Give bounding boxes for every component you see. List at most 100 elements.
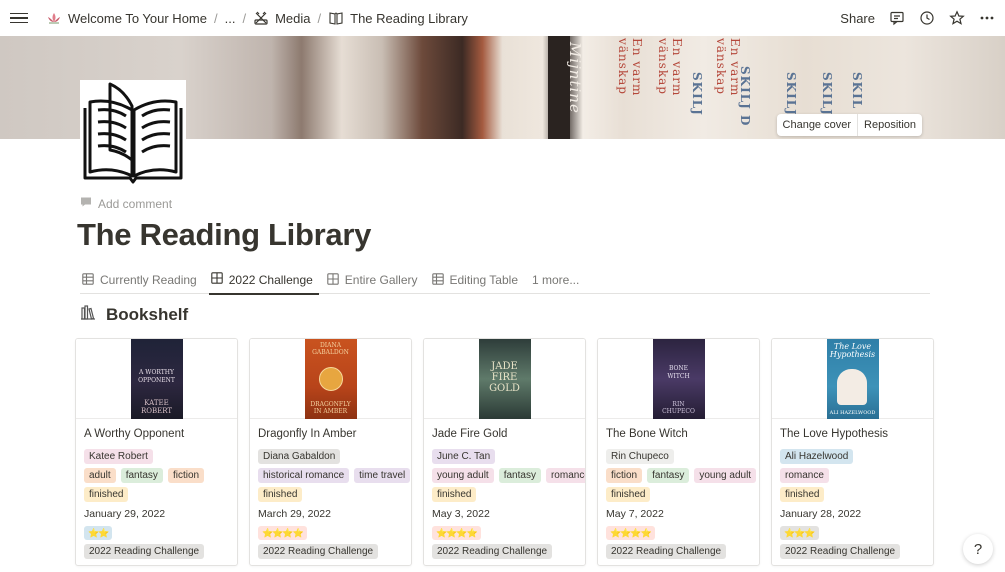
cover-spine-text: SKILJ bbox=[784, 72, 798, 116]
rating-tag: ⭐⭐⭐⭐ bbox=[258, 525, 307, 540]
cover-title: A WORTHY OPPONENT bbox=[135, 369, 179, 385]
breadcrumb-label: The Reading Library bbox=[350, 10, 468, 26]
status-tag: finished bbox=[606, 487, 651, 502]
tab-currently-reading[interactable]: Currently Reading bbox=[80, 266, 203, 294]
book-cover-image: DIANA GABALDON DRAGONFLY IN AMBER bbox=[250, 339, 411, 419]
star-icon[interactable] bbox=[949, 10, 965, 26]
cover-title: The Love Hypothesis bbox=[829, 343, 877, 359]
share-button[interactable]: Share bbox=[840, 11, 875, 26]
rating-tag: ⭐⭐⭐ bbox=[780, 525, 819, 540]
book-card[interactable]: JADE FIRE GOLD Jade Fire Gold June C. Ta… bbox=[423, 338, 586, 566]
genre-tag: romance bbox=[780, 468, 829, 483]
amber-emblem-icon bbox=[318, 367, 343, 391]
more-options-icon[interactable] bbox=[979, 10, 995, 26]
reposition-button[interactable]: Reposition bbox=[857, 114, 922, 136]
challenge-tag: 2022 Reading Challenge bbox=[432, 544, 553, 559]
table-icon bbox=[431, 272, 444, 288]
challenge-tag: 2022 Reading Challenge bbox=[258, 544, 379, 559]
tab-label: Entire Gallery bbox=[344, 273, 418, 287]
genre-tag: time travel bbox=[354, 468, 411, 483]
book-card[interactable]: A WORTHY OPPONENT KATEE ROBERT A Worthy … bbox=[75, 338, 238, 566]
change-cover-button[interactable]: Change cover bbox=[777, 114, 858, 136]
cover-spine-text: En varm vänskap bbox=[656, 38, 684, 97]
add-comment-button[interactable]: Add comment bbox=[80, 196, 172, 211]
gallery-icon bbox=[210, 272, 223, 287]
cover-text: KATEE bbox=[144, 399, 169, 407]
cover-text: JADE bbox=[491, 361, 518, 372]
author-tag: Ali Hazelwood bbox=[780, 449, 854, 464]
book-cover-image: JADE FIRE GOLD bbox=[424, 339, 585, 419]
genre-tag: fiction bbox=[167, 468, 205, 483]
cover-text: Hypothesis bbox=[829, 350, 876, 359]
cover-text: RIN bbox=[672, 401, 685, 408]
cover-controls: Change cover Reposition bbox=[776, 114, 922, 136]
cover-spine-text: Mijntine bbox=[566, 42, 584, 114]
page-title[interactable]: The Reading Library bbox=[77, 217, 371, 253]
help-button[interactable]: ? bbox=[963, 534, 993, 564]
film-icon bbox=[253, 10, 269, 26]
cover-text: FIRE bbox=[491, 372, 518, 383]
date-read: March 29, 2022 bbox=[258, 507, 331, 520]
genre-tag: young adult bbox=[694, 468, 757, 483]
sidebar-toggle-icon[interactable] bbox=[10, 9, 28, 27]
cover-author: ALI HAZELWOOD bbox=[829, 410, 877, 416]
status-tag: finished bbox=[432, 487, 477, 502]
tab-more-views[interactable]: 1 more... bbox=[530, 266, 585, 294]
cover-text: HAZELWOOD bbox=[840, 410, 876, 416]
page-icon[interactable] bbox=[80, 80, 186, 184]
author-tag: Rin Chupeco bbox=[606, 449, 674, 464]
cover-spine-text: SKILJ D bbox=[738, 66, 752, 127]
cover-text: DRAGONFLY bbox=[310, 401, 351, 408]
rating-tag: ⭐⭐⭐⭐ bbox=[606, 525, 655, 540]
tab-entire-gallery[interactable]: Entire Gallery bbox=[325, 266, 424, 294]
tab-editing-table[interactable]: Editing Table bbox=[430, 266, 525, 294]
breadcrumb-item-ellipsis[interactable]: ... bbox=[225, 11, 236, 26]
book-title: The Bone Witch bbox=[606, 428, 688, 440]
book-cover-image: A WORTHY OPPONENT KATEE ROBERT bbox=[76, 339, 237, 419]
author-tag: Diana Gabaldon bbox=[258, 449, 341, 464]
tab-label: Currently Reading bbox=[100, 273, 197, 287]
cover-text: A WORTHY bbox=[139, 369, 174, 376]
book-card[interactable]: DIANA GABALDON DRAGONFLY IN AMBER Dragon… bbox=[249, 338, 412, 566]
comment-icon[interactable] bbox=[889, 10, 905, 26]
tab-2022-challenge[interactable]: 2022 Challenge bbox=[208, 266, 319, 295]
cover-title: DRAGONFLY IN AMBER bbox=[307, 401, 355, 415]
date-read: May 3, 2022 bbox=[432, 507, 490, 520]
book-card[interactable]: The Love Hypothesis ALI HAZELWOOD The Lo… bbox=[771, 338, 934, 566]
breadcrumb-separator: / bbox=[317, 10, 322, 26]
breadcrumb-label: Media bbox=[275, 10, 311, 26]
book-title: A Worthy Opponent bbox=[84, 428, 185, 440]
breadcrumb-item-reading-library[interactable]: The Reading Library bbox=[328, 10, 468, 26]
breadcrumb-separator: / bbox=[242, 10, 247, 26]
book-title: The Love Hypothesis bbox=[780, 428, 889, 440]
genre-tag: historical romance bbox=[258, 468, 350, 483]
book-cover: BONE WITCH RIN CHUPECO bbox=[652, 339, 705, 419]
rating-tag: ⭐⭐ bbox=[84, 525, 113, 540]
history-icon[interactable] bbox=[919, 10, 935, 26]
comment-icon bbox=[80, 196, 92, 211]
rating-tag: ⭐⭐⭐⭐ bbox=[432, 525, 481, 540]
view-tabs: Currently Reading 2022 Challenge Entire … bbox=[80, 266, 930, 295]
book-cover: A WORTHY OPPONENT KATEE ROBERT bbox=[130, 339, 183, 419]
table-icon bbox=[82, 272, 94, 288]
book-card[interactable]: BONE WITCH RIN CHUPECO The Bone Witch Ri… bbox=[597, 338, 760, 566]
genre-tag: fantasy bbox=[498, 468, 541, 483]
status-tag: finished bbox=[84, 487, 129, 502]
cover-spine-text: En varm vänskap bbox=[616, 38, 644, 97]
lotus-icon bbox=[46, 10, 62, 26]
genre-tag: young adult bbox=[432, 468, 494, 483]
cover-text: OPPONENT bbox=[138, 377, 175, 384]
book-cover: DIANA GABALDON DRAGONFLY IN AMBER bbox=[304, 339, 357, 419]
cover-text: IN AMBER bbox=[313, 408, 348, 415]
book-cover-image: The Love Hypothesis ALI HAZELWOOD bbox=[772, 339, 933, 419]
top-actions: Share bbox=[840, 10, 995, 26]
breadcrumb-item-home[interactable]: Welcome To Your Home bbox=[46, 10, 207, 26]
breadcrumb-item-media[interactable]: Media bbox=[253, 10, 311, 26]
cover-spine-text: SKILJ bbox=[690, 72, 704, 116]
breadcrumb-separator: / bbox=[213, 10, 218, 26]
challenge-tag: 2022 Reading Challenge bbox=[84, 544, 205, 559]
tab-label: 1 more... bbox=[532, 273, 580, 287]
author-tag: Katee Robert bbox=[84, 449, 153, 464]
tab-label: Editing Table bbox=[449, 273, 519, 287]
gallery-cards: A WORTHY OPPONENT KATEE ROBERT A Worthy … bbox=[75, 338, 934, 566]
